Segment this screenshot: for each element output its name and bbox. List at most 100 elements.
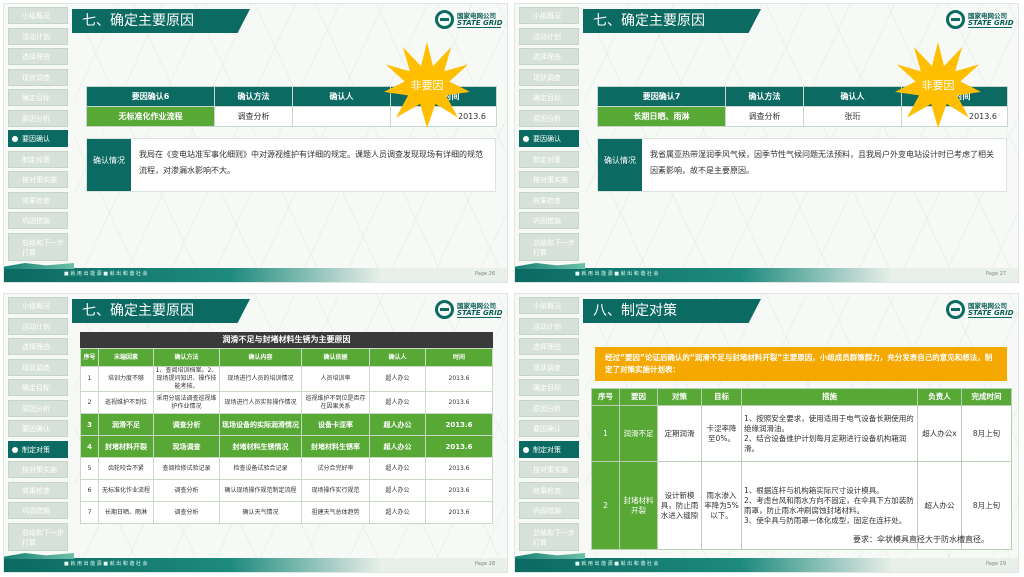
cause-confirm-table: 润滑不足与封堵材料生锈为主要原因 序号 末端因素 确认方法 确认内容 确认依据 … [80, 332, 493, 524]
state-grid-logo-icon [946, 10, 965, 29]
col-header: 负责人 [917, 388, 962, 406]
nav-item[interactable]: 巩固措施 [519, 502, 579, 519]
nav-item[interactable]: 小组概况 [8, 7, 68, 24]
nav-item[interactable]: 总结和下一步打算 [8, 232, 68, 261]
table-cell: 2013.6 [425, 457, 493, 480]
nav-item[interactable]: 活动计划 [519, 317, 579, 335]
logo-en: STATE GRID [968, 309, 1014, 317]
table-row: 1 培训力度不够 1、查阅培训档案。2、现场提问知识、操作技能考核。 现场进行人员的培… [80, 366, 493, 392]
nav-item[interactable]: 要因确认 [519, 420, 579, 437]
nav-item-active[interactable]: 制定对策 [8, 440, 68, 458]
table-cell: 调查分析 [725, 106, 804, 127]
col-header: 末端因素 [98, 348, 154, 367]
nav-item[interactable]: 原因分析 [8, 109, 68, 127]
nav-item-active[interactable]: 要因确认 [519, 130, 579, 147]
nav-item[interactable]: 活动计划 [519, 27, 579, 45]
nav-item[interactable]: 效果检查 [8, 481, 68, 499]
nav-item[interactable]: 要因确认 [8, 420, 68, 437]
nav-item[interactable]: 制定对策 [8, 150, 68, 168]
nav-item[interactable]: 总结和下一步打算 [8, 522, 68, 551]
nav-item[interactable]: 效果检查 [8, 191, 68, 209]
nav-item-active[interactable]: 制定对策 [519, 440, 579, 458]
nav-item[interactable]: 活动计划 [8, 27, 68, 45]
non-key-cause-label: 非要因 [921, 79, 955, 92]
nav-item[interactable]: 现状调查 [8, 358, 68, 376]
nav-item[interactable]: 效果检查 [519, 191, 579, 209]
table-cell: 1 [591, 405, 620, 462]
slide-28: 小组概况 活动计划 选择理由 现状调查 确定目标 原因分析 要因确认 制定对策 … [3, 293, 508, 573]
nav-item[interactable]: 制定对策 [519, 150, 579, 168]
table-row: 4 封堵材料开裂 现场调查 封堵材料生锈情况 封堵材料生锈率 超人办公 2013.6 [80, 435, 493, 458]
table-cell: 调查分析 [153, 501, 220, 524]
table-cell: 现场操作实行规范 [301, 479, 370, 502]
background-pattern [74, 4, 507, 268]
nav-item[interactable]: 原因分析 [8, 399, 68, 417]
table-row: 5 齿轮咬合不紧 查阅检修试验记录 检查设备试验合记录 试分合完好率 超人办公 2013.6 [80, 457, 493, 480]
col-header: 确认人 [803, 86, 902, 107]
table-cell: 定期润滑 [657, 405, 702, 462]
slide-title: 七、确定主要原因 [72, 9, 250, 33]
nav-item[interactable]: 按对策实施 [8, 171, 68, 188]
nav-item[interactable]: 按对策实施 [519, 461, 579, 478]
table-row: 6 无标准化作业流程 调查分析 确认现场操作规范制定流程 现场操作实行规范 超人办公 201… [80, 479, 493, 502]
nav-item[interactable]: 活动计划 [8, 317, 68, 335]
nav-item[interactable]: 原因分析 [519, 109, 579, 127]
nav-item[interactable]: 巩固措施 [8, 502, 68, 519]
nav-item[interactable]: 选择理由 [519, 48, 579, 65]
nav-item[interactable]: 选择理由 [8, 338, 68, 355]
table-cell: 巡视维护不到位 [98, 391, 154, 414]
nav-item-active[interactable]: 要因确认 [8, 130, 68, 147]
col-header: 确认方法 [153, 348, 220, 367]
nav-item[interactable]: 选择理由 [519, 338, 579, 355]
nav-item[interactable]: 现状调查 [519, 68, 579, 86]
table-row: 3 润滑不足 调查分析 现场设备的实际润滑情况 设备卡涩率 超人办公 2013.6 [80, 413, 493, 436]
table-cell: 调查分析 [153, 479, 220, 502]
col-header: 对策 [657, 388, 702, 406]
nav-item[interactable]: 效果检查 [519, 481, 579, 499]
footer-slogan: ■ 就 用 出 能 源 ■ 就 出 和 谐 社 会 [575, 271, 659, 277]
table-cell: 现场调查 [153, 435, 220, 458]
footer: ■ 就 用 出 能 源 ■ 就 出 和 谐 社 会 Page 27 [515, 263, 1018, 282]
table-cell: 确认天气情况 [219, 501, 302, 524]
logo-rule [968, 27, 1012, 28]
page-number: Page 29 [985, 561, 1006, 567]
footer: ■ 就 用 出 能 源 ■ 就 出 和 谐 社 会 Page 28 [4, 553, 507, 572]
col-header: 确认依据 [301, 348, 370, 367]
logo-rule [457, 317, 501, 318]
nav-item[interactable]: 现状调查 [519, 358, 579, 376]
table-cell: 封堵材料开裂 [619, 461, 658, 550]
table-cell: 现场进行人员实际操作情况 [219, 391, 302, 414]
table-cell: 2 [80, 391, 99, 414]
nav-item[interactable]: 现状调查 [8, 68, 68, 86]
nav-item[interactable]: 巩固措施 [519, 212, 579, 229]
nav-item[interactable]: 小组概况 [8, 297, 68, 314]
nav-item[interactable]: 确定目标 [519, 89, 579, 106]
nav-item[interactable]: 原因分析 [519, 399, 579, 417]
table-cell: 1 [80, 366, 99, 392]
table-cell: 4 [80, 435, 99, 458]
logo-rule [457, 27, 501, 28]
table-cell: 卡涩率降至0%。 [701, 405, 742, 462]
nav-item[interactable]: 巩固措施 [8, 212, 68, 229]
footer: ■ 就 用 出 能 源 ■ 就 出 和 谐 社 会 Page 29 [515, 553, 1018, 572]
nav-item[interactable]: 按对策实施 [519, 171, 579, 188]
table-cell: 现场设备的实际润滑情况 [219, 413, 302, 436]
table-row: 2 巡视维护不到位 采用分层法调查巡视维护作业情况 现场进行人员实际操作情况 巡视维护不… [80, 391, 493, 414]
nav-item[interactable]: 总结和下一步打算 [519, 522, 579, 551]
nav-item[interactable]: 确定目标 [519, 379, 579, 396]
nav-item[interactable]: 按对策实施 [8, 461, 68, 478]
nav-item[interactable]: 确定目标 [8, 89, 68, 106]
logo-en: STATE GRID [968, 19, 1014, 27]
nav-item[interactable]: 选择理由 [8, 48, 68, 65]
table-cell: 封堵材料开裂 [98, 435, 154, 458]
table-cell: 人员培训率 [301, 366, 370, 392]
table-cell: 查阅检修试验记录 [153, 457, 220, 480]
nav-item[interactable]: 小组概况 [519, 7, 579, 24]
sidebar-nav: 小组概况 活动计划 选择理由 现状调查 确定目标 原因分析 要因确认 制定对策 … [8, 297, 68, 554]
table-cell: 超人办公x [917, 405, 962, 462]
nav-item[interactable]: 确定目标 [8, 379, 68, 396]
state-grid-logo: 国家电网公司 STATE GRID [946, 9, 1014, 31]
nav-item[interactable]: 总结和下一步打算 [519, 232, 579, 261]
countermeasure-table: 序号 要因 对策 目标 措施 负责人 完成时间 1 润滑不足 定期润滑 卡涩率降至0%… [591, 388, 1012, 550]
nav-item[interactable]: 小组概况 [519, 297, 579, 314]
